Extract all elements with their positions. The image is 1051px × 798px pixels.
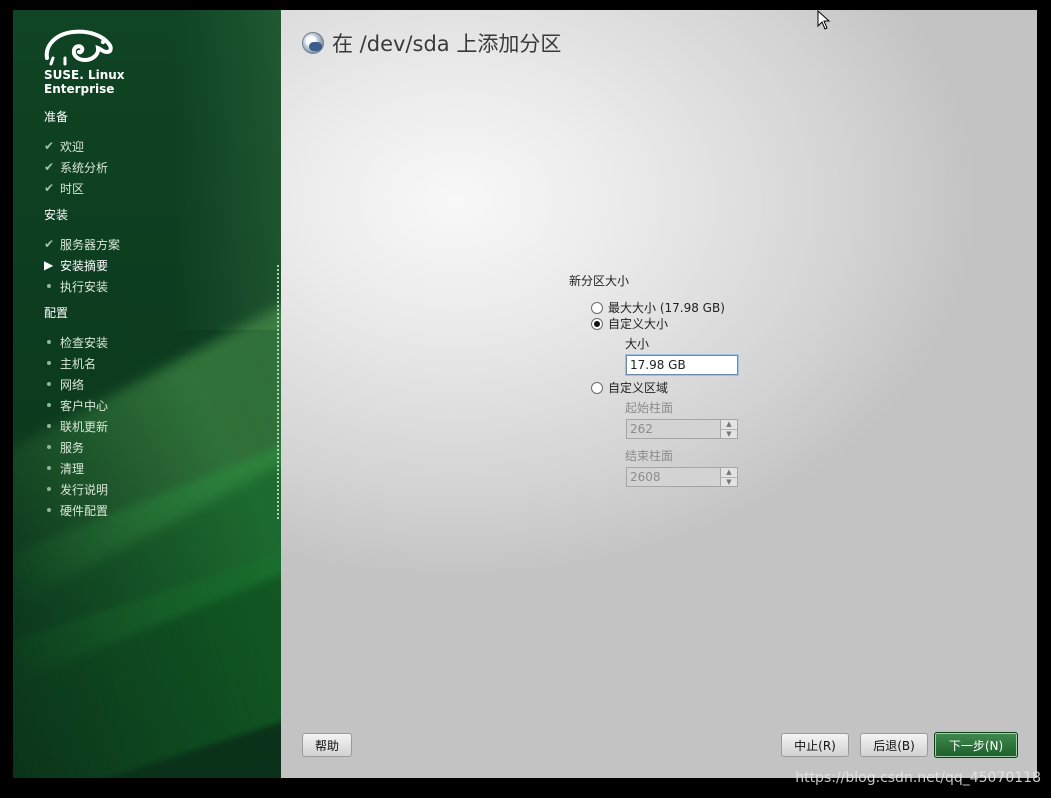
nav-item-hostname[interactable]: 主机名 [44, 354, 96, 372]
nav-item-perform-install[interactable]: 执行安装 [44, 277, 108, 295]
back-button[interactable]: 后退(B) [860, 733, 928, 757]
start-cylinder-label: 起始柱面 [625, 401, 674, 415]
radio-max-size-label[interactable]: 最大大小 (17.98 GB) [608, 299, 725, 316]
end-cylinder-label: 结束柱面 [625, 449, 674, 463]
nav-item-customer-center[interactable]: 客户中心 [44, 396, 108, 414]
nav-item-install-summary[interactable]: ▶ 安装摘要 [44, 256, 108, 274]
spin-down-icon[interactable]: ▼ [721, 476, 737, 486]
spin-up-icon[interactable]: ▲ [721, 420, 737, 429]
end-cylinder-spinbox[interactable]: 2608 ▲ ▼ [626, 467, 738, 487]
nav-item-online-update[interactable]: 联机更新 [44, 417, 108, 435]
form-title: 新分区大小 [569, 274, 630, 288]
radio-custom-region[interactable] [591, 382, 603, 394]
bullet-icon [47, 508, 51, 512]
spin-down-icon[interactable]: ▼ [721, 428, 737, 438]
size-label: 大小 [625, 337, 650, 351]
nav-item-server-scenario[interactable]: ✔ 服务器方案 [44, 235, 120, 253]
page-title: 在 /dev/sda 上添加分区 [302, 28, 561, 58]
suse-chameleon-logo [44, 29, 113, 66]
main-panel: 在 /dev/sda 上添加分区 新分区大小 最大大小 (17.98 GB) 自… [281, 10, 1037, 778]
help-button[interactable]: 帮助 [302, 733, 352, 757]
bullet-icon [47, 424, 51, 428]
watermark-text: https://blog.csdn.net/qq_45070118 [795, 770, 1041, 786]
radio-custom-region-label[interactable]: 自定义区域 [608, 379, 668, 396]
hard-disk-icon [302, 32, 324, 54]
section-title-install: 安装 [44, 208, 69, 222]
bullet-icon [47, 284, 51, 288]
nav-item-welcome[interactable]: ✔ 欢迎 [44, 137, 84, 155]
nav-item-check-install[interactable]: 检查安装 [44, 333, 108, 351]
bullet-icon [47, 487, 51, 491]
next-button[interactable]: 下一步(N) [934, 732, 1018, 758]
nav-item-release-notes[interactable]: 发行说明 [44, 480, 108, 498]
section-title-configure: 配置 [44, 306, 69, 320]
check-icon: ✔ [44, 237, 55, 251]
abort-button[interactable]: 中止(R) [781, 733, 849, 757]
radio-max-size[interactable] [591, 302, 603, 314]
spin-up-icon[interactable]: ▲ [721, 468, 737, 477]
check-icon: ✔ [44, 181, 55, 195]
bullet-icon [47, 361, 51, 365]
bullet-icon [47, 445, 51, 449]
nav-item-cleanup[interactable]: 清理 [44, 459, 84, 477]
bullet-icon [47, 466, 51, 470]
section-title-prepare: 准备 [44, 110, 69, 124]
installer-window: SUSE. Linux Enterprise 准备 ✔ 欢迎 ✔ 系统分析 ✔ … [13, 10, 1037, 778]
check-icon: ✔ [44, 160, 55, 174]
sidebar-scroll-edge[interactable] [277, 265, 279, 520]
suse-logo-text: SUSE. Linux Enterprise [44, 68, 125, 96]
check-icon: ✔ [44, 139, 55, 153]
bullet-icon [47, 403, 51, 407]
sidebar: SUSE. Linux Enterprise 准备 ✔ 欢迎 ✔ 系统分析 ✔ … [13, 10, 281, 778]
nav-item-services[interactable]: 服务 [44, 438, 84, 456]
nav-item-network[interactable]: 网络 [44, 375, 84, 393]
nav-item-hardware-config[interactable]: 硬件配置 [44, 501, 108, 519]
current-arrow-icon: ▶ [44, 258, 54, 272]
bullet-icon [47, 382, 51, 386]
nav-item-timezone[interactable]: ✔ 时区 [44, 179, 84, 197]
nav-item-system-analysis[interactable]: ✔ 系统分析 [44, 158, 108, 176]
radio-custom-size[interactable] [591, 318, 603, 330]
mouse-pointer-icon [817, 10, 831, 30]
size-input[interactable]: 17.98 GB [626, 355, 738, 375]
bullet-icon [47, 340, 51, 344]
start-cylinder-spinbox[interactable]: 262 ▲ ▼ [626, 419, 738, 439]
radio-custom-size-label[interactable]: 自定义大小 [608, 315, 668, 332]
